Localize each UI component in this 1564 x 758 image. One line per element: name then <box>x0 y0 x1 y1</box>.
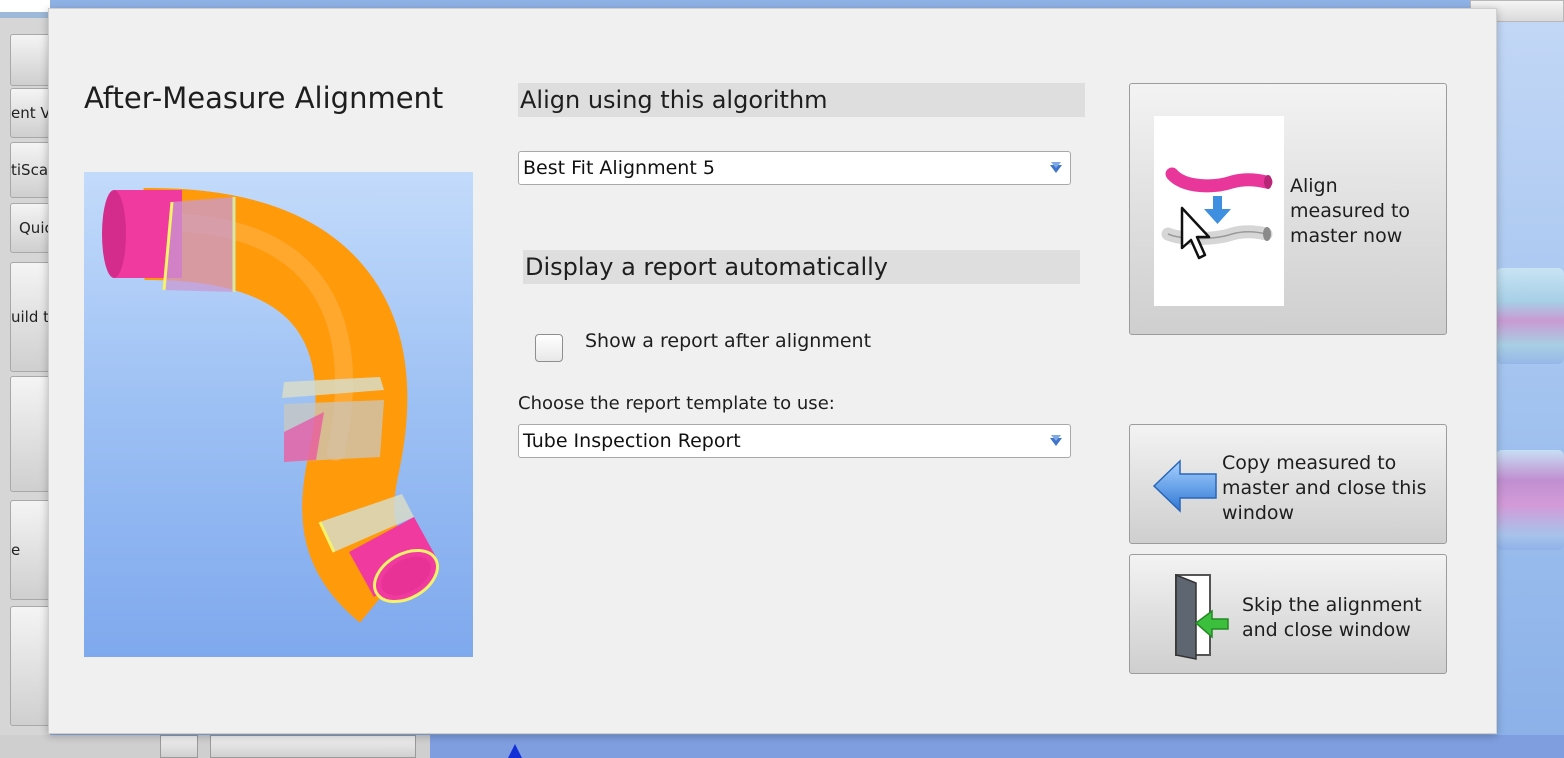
skip-alignment-button[interactable]: Skip the alignment and close window <box>1129 554 1447 674</box>
skip-alignment-button-label: Skip the alignment and close window <box>1242 594 1422 641</box>
algorithm-dropdown[interactable]: Best Fit Alignment 5 <box>518 151 1071 185</box>
background-blue-strip <box>0 12 50 18</box>
dialog-title: After-Measure Alignment <box>84 81 444 115</box>
copy-measured-to-master-button[interactable]: Copy measured to master and close this w… <box>1129 424 1447 544</box>
background-bottom-viewport <box>430 735 1564 758</box>
exit-door-icon <box>1175 573 1229 660</box>
show-report-checkbox[interactable] <box>535 334 563 362</box>
background-bottom-button-1[interactable] <box>160 735 198 758</box>
show-report-checkbox-label: Show a report after alignment <box>585 330 872 352</box>
align-tubes-icon <box>1154 116 1284 306</box>
tube-preview-image <box>84 172 473 657</box>
dropdown-arrow-icon <box>1050 435 1062 446</box>
report-template-label: Choose the report template to use: <box>518 393 835 414</box>
copy-measured-button-label: Copy measured to master and close this w… <box>1222 452 1427 524</box>
report-section-header: Display a report automatically <box>523 250 1080 284</box>
background-tube-1 <box>1496 268 1564 364</box>
background-tube-2 <box>1496 450 1564 550</box>
dropdown-arrow-icon <box>1050 162 1062 173</box>
align-now-button[interactable]: Align measured to master now <box>1129 83 1447 335</box>
tube-illustration <box>102 187 439 623</box>
align-now-button-label: Align measured to master now <box>1290 175 1411 247</box>
after-measure-alignment-dialog: After-Measure Alignment Align using this… <box>48 8 1497 734</box>
background-viewport <box>1496 0 1564 758</box>
copy-left-arrow-icon <box>1152 459 1217 513</box>
algorithm-section-header: Align using this algorithm <box>518 83 1085 117</box>
viewport-marker <box>508 744 522 758</box>
background-bottom-button-2[interactable] <box>210 735 416 758</box>
report-template-dropdown[interactable]: Tube Inspection Report <box>518 424 1071 458</box>
report-template-value: Tube Inspection Report <box>523 430 741 452</box>
algorithm-dropdown-value: Best Fit Alignment 5 <box>523 157 715 179</box>
